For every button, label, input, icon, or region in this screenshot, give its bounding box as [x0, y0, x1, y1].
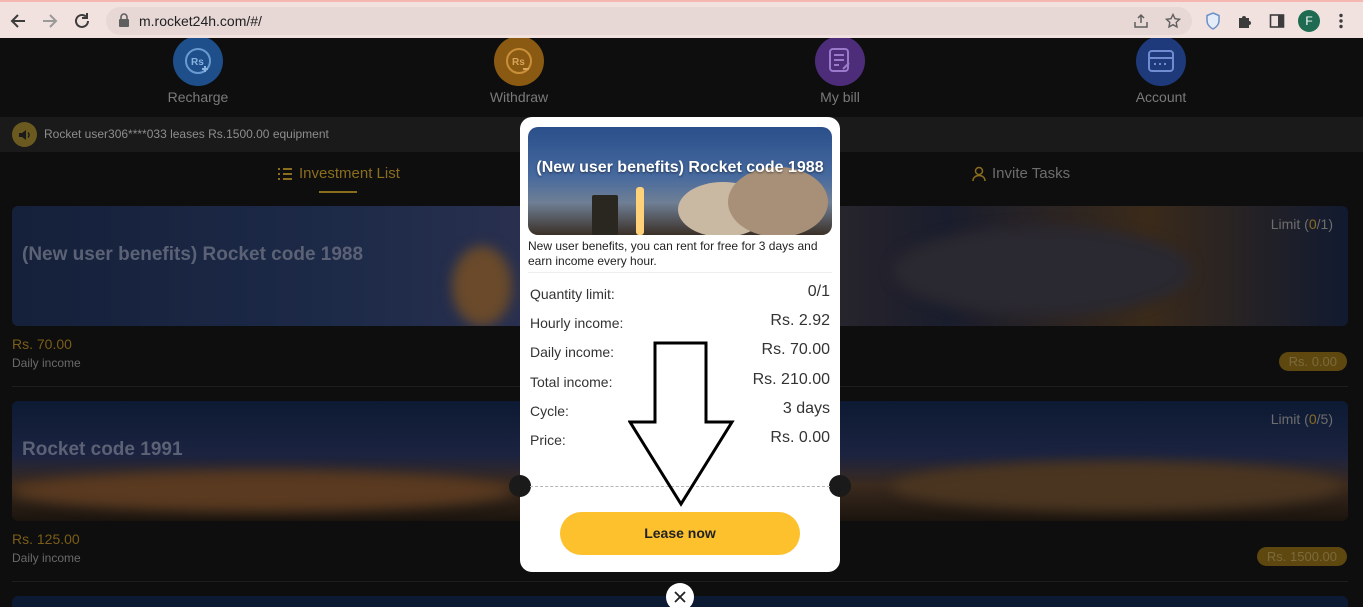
- daily-income-value: Rs. 70.00: [12, 336, 72, 352]
- ticket-notch-right: [829, 475, 851, 497]
- notice-text: Rocket user306****033 leases Rs.1500.00 …: [44, 127, 329, 141]
- product-limit: Limit (0/5): [1270, 411, 1333, 427]
- share-icon[interactable]: [1131, 11, 1151, 31]
- lock-icon: [118, 13, 130, 32]
- account-button[interactable]: Account: [1101, 38, 1221, 105]
- cloud-image: [12, 471, 512, 511]
- recharge-icon: Rs: [173, 38, 223, 86]
- tab-active-indicator: [319, 191, 357, 193]
- modal-description: New user benefits, you can rent for free…: [528, 239, 818, 268]
- withdraw-label: Withdraw: [489, 89, 549, 105]
- account-icon: [1136, 38, 1186, 86]
- tab-invite-label: Invite Tasks: [992, 165, 1071, 182]
- my-bill-button[interactable]: My bill: [780, 38, 900, 105]
- reload-icon[interactable]: [70, 9, 94, 33]
- url-text: m.rocket24h.com/#/: [139, 13, 262, 29]
- price-badge: Rs. 1500.00: [1256, 547, 1347, 566]
- info-row-hourly-income: Hourly income: Rs. 2.92: [530, 312, 830, 331]
- bill-icon: [815, 38, 865, 86]
- user-icon: [972, 166, 986, 181]
- smoke-image: [728, 167, 828, 235]
- close-icon[interactable]: [666, 583, 694, 607]
- withdraw-icon: Rs: [494, 38, 544, 86]
- back-icon[interactable]: [6, 9, 30, 33]
- browser-toolbar: m.rocket24h.com/#/ F: [0, 0, 1363, 38]
- tab-investment-list[interactable]: Investment List: [277, 165, 400, 193]
- tab-invite-tasks[interactable]: Invite Tasks: [972, 165, 1070, 182]
- extensions-puzzle-icon[interactable]: [1234, 10, 1256, 32]
- rocket-flame-image: [636, 187, 644, 235]
- launch-tower-image: [592, 195, 618, 235]
- svg-text:Rs: Rs: [512, 57, 525, 68]
- more-menu-icon[interactable]: [1330, 10, 1352, 32]
- tab-investment-label: Investment List: [299, 165, 400, 182]
- modal-title: (New user benefits) Rocket code 1988: [536, 159, 824, 176]
- recharge-label: Recharge: [167, 89, 229, 105]
- product-limit: Limit (0/1): [1270, 216, 1333, 232]
- profile-avatar[interactable]: F: [1298, 10, 1320, 32]
- daily-income-label: Daily income: [12, 551, 81, 565]
- divider: [528, 272, 832, 273]
- modal-banner: (New user benefits) Rocket code 1988: [528, 127, 832, 235]
- daily-income-label: Daily income: [12, 356, 81, 370]
- account-label: Account: [1135, 89, 1187, 105]
- product-title: Rocket code 1991: [22, 439, 183, 460]
- speaker-icon: [12, 122, 37, 147]
- smoke-image: [892, 226, 1192, 316]
- launchpad-image: [892, 461, 1342, 511]
- lease-now-button[interactable]: Lease now: [560, 512, 800, 555]
- down-arrow-icon: [628, 341, 735, 507]
- daily-income-value: Rs. 125.00: [12, 531, 80, 547]
- address-bar[interactable]: m.rocket24h.com/#/: [106, 7, 1192, 35]
- recharge-button[interactable]: Rs Recharge: [138, 38, 258, 105]
- shield-extension-icon[interactable]: [1202, 10, 1224, 32]
- svg-text:Rs: Rs: [191, 57, 204, 68]
- divider: [12, 581, 1348, 582]
- rocket-image: [452, 246, 512, 326]
- info-row-quantity-limit: Quantity limit: 0/1: [530, 283, 830, 302]
- bookmark-star-icon[interactable]: [1163, 11, 1183, 31]
- withdraw-button[interactable]: Rs Withdraw: [459, 38, 579, 105]
- ticket-notch-left: [509, 475, 531, 497]
- price-badge: Rs. 0.00: [1278, 352, 1347, 371]
- list-icon: [278, 167, 292, 180]
- forward-icon[interactable]: [38, 9, 62, 33]
- side-panel-icon[interactable]: [1266, 10, 1288, 32]
- my-bill-label: My bill: [820, 89, 860, 105]
- product-title: (New user benefits) Rocket code 1988: [22, 244, 364, 265]
